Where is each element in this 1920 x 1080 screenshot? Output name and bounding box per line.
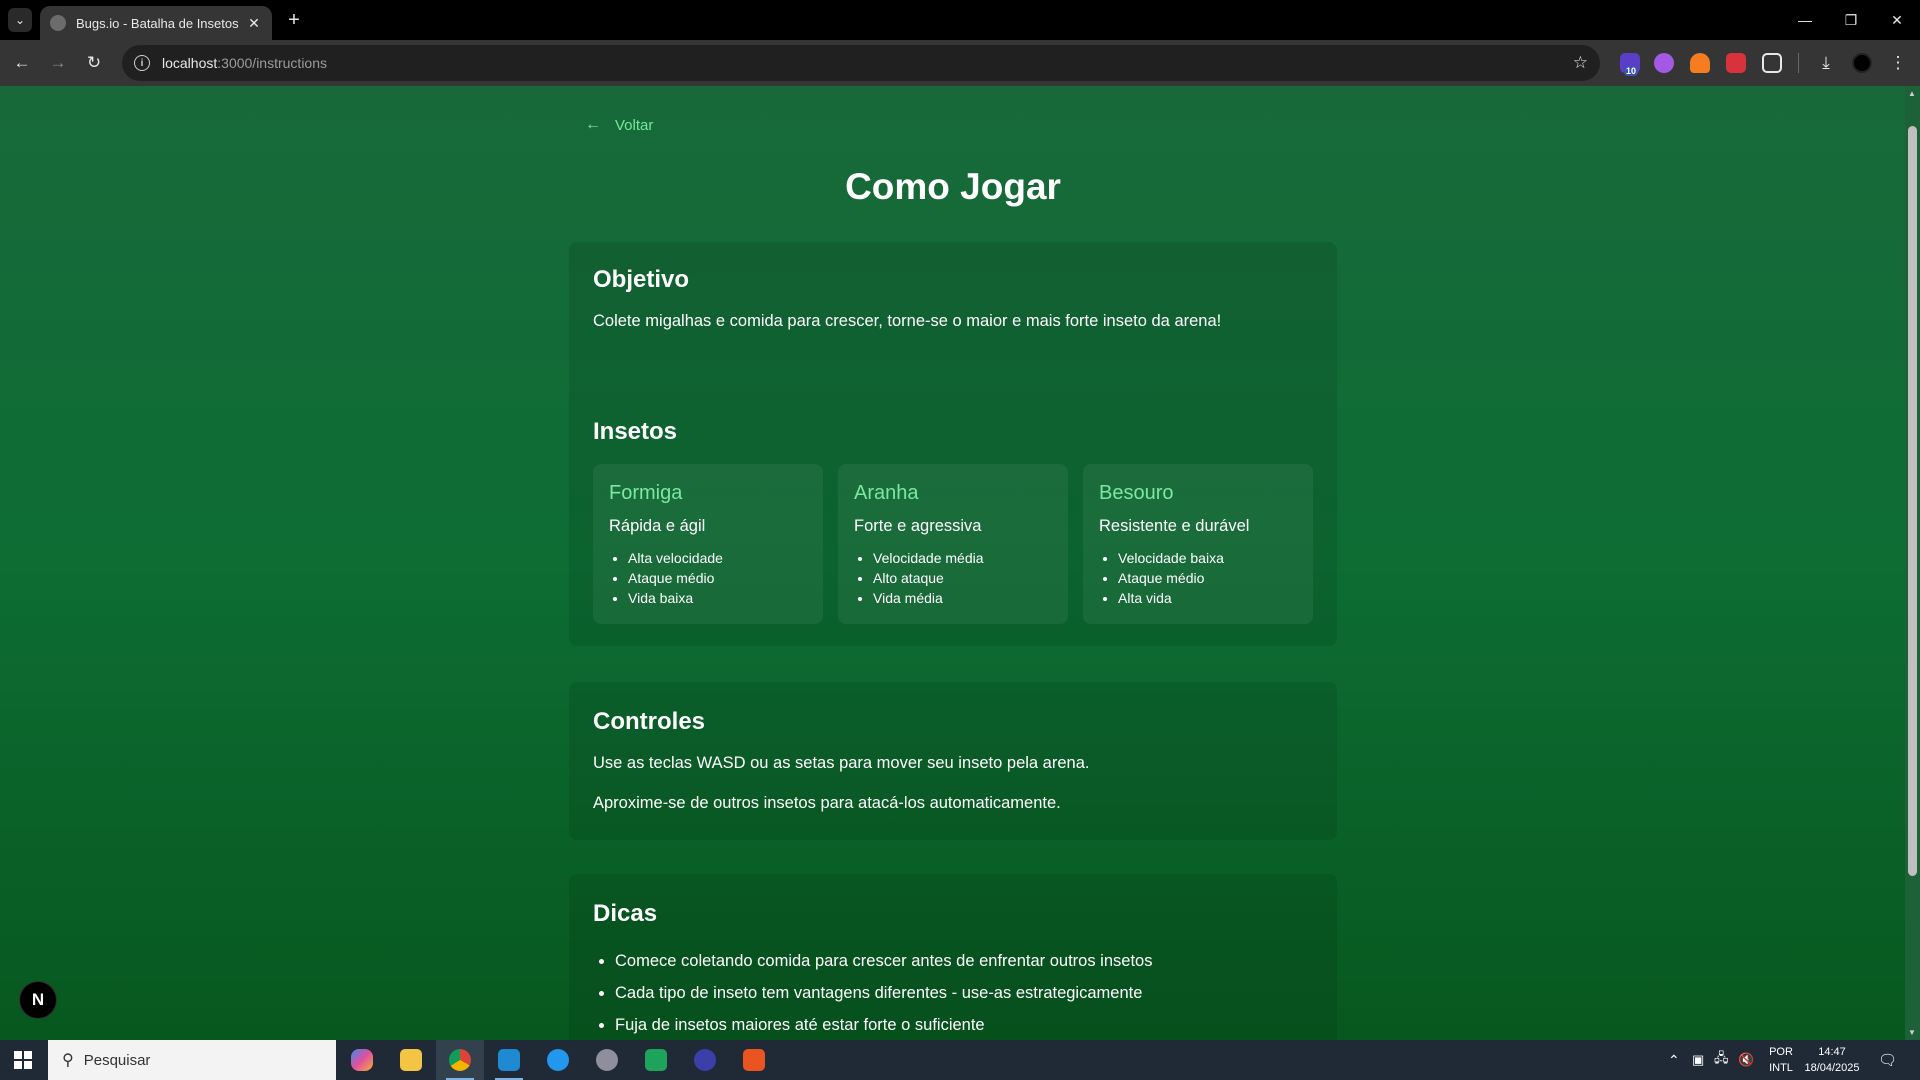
tray-network-icon[interactable]: 🖧	[1714, 1040, 1729, 1080]
tip-item: Fuja de insetos maiores até estar forte …	[615, 1009, 1152, 1040]
insect-trait: Ataque médio	[628, 568, 723, 588]
extension-compass-icon[interactable]	[1654, 53, 1674, 73]
page-scrollbar[interactable]: ▲ ▼	[1905, 86, 1920, 1040]
extensions-puzzle-icon[interactable]	[1762, 53, 1782, 73]
insect-trait: Vida média	[873, 588, 984, 608]
tab-search-button[interactable]: ⌄	[8, 8, 32, 32]
insect-trait: Alta vida	[1118, 588, 1224, 608]
tab-close-icon[interactable]: ✕	[246, 15, 262, 32]
tips-heading: Dicas	[593, 900, 658, 927]
taskbar-eclipse-icon[interactable]	[681, 1040, 729, 1080]
tray-date: 18/04/2025	[1804, 1062, 1860, 1074]
scrollbar-thumb[interactable]	[1908, 126, 1917, 876]
insect-trait: Alto ataque	[873, 568, 984, 588]
taskbar-docker-icon[interactable]	[534, 1040, 582, 1080]
profile-avatar-icon[interactable]	[1852, 53, 1872, 73]
insect-card-besouro: Besouro Resistente e durável Velocidade …	[1083, 464, 1313, 624]
tray-keyboard-layout: INTL	[1769, 1062, 1793, 1074]
insect-traits: Velocidade baixa Ataque médio Alta vida	[1118, 548, 1224, 608]
tray-volume-muted-icon[interactable]: 🔇	[1738, 1040, 1754, 1080]
close-window-button[interactable]: ✕	[1874, 0, 1920, 40]
insect-trait: Alta velocidade	[628, 548, 723, 568]
windows-start-icon[interactable]	[14, 1051, 32, 1069]
taskbar-search-placeholder: Pesquisar	[83, 1051, 151, 1069]
tray-language[interactable]: POR INTL	[1764, 1040, 1798, 1080]
insect-traits: Velocidade média Alto ataque Vida média	[873, 548, 984, 608]
insect-trait: Velocidade média	[873, 548, 984, 568]
url-path: :3000/instructions	[217, 55, 327, 71]
browser-tab-active[interactable]: Bugs.io - Batalha de Insetos ✕	[40, 6, 272, 40]
insects-heading: Insetos	[593, 418, 678, 445]
bookmark-star-icon[interactable]: ☆	[1573, 53, 1588, 73]
insect-name: Aranha	[854, 482, 919, 504]
insect-description: Resistente e durável	[1099, 517, 1250, 535]
controls-heading: Controles	[593, 708, 706, 735]
forward-arrow-icon[interactable]: →	[44, 49, 72, 77]
objective-heading: Objetivo	[593, 266, 690, 293]
objective-insects-card: Objetivo Colete migalhas e comida para c…	[569, 242, 1337, 646]
taskbar-file-explorer-icon[interactable]	[387, 1040, 435, 1080]
insect-description: Rápida e ágil	[609, 517, 706, 535]
notification-center-icon[interactable]: 🗨	[1878, 1040, 1897, 1080]
insect-name: Formiga	[609, 482, 683, 504]
taskbar-mongodb-compass-icon[interactable]	[632, 1040, 680, 1080]
insect-traits: Alta velocidade Ataque médio Vida baixa	[628, 548, 723, 608]
page-title: Como Jogar	[845, 166, 1061, 207]
url-host: localhost	[162, 55, 218, 71]
browser-toolbar: ← → ↻ i localhost:3000/instructions ☆ 10…	[0, 40, 1920, 86]
insect-trait: Ataque médio	[1118, 568, 1224, 588]
tray-time: 14:47	[1818, 1046, 1846, 1058]
arrow-left-icon: ←	[585, 116, 601, 133]
minimize-button[interactable]: —	[1782, 0, 1828, 40]
insect-trait: Vida baixa	[628, 588, 723, 608]
controls-line: Use as teclas WASD ou as setas para move…	[593, 754, 1090, 772]
back-link[interactable]: ← Voltar	[585, 116, 653, 134]
insect-description: Forte e agressiva	[854, 517, 982, 535]
taskbar-ubuntu-icon[interactable]	[730, 1040, 778, 1080]
extension-figure-icon[interactable]	[1690, 53, 1710, 73]
tab-title: Bugs.io - Batalha de Insetos	[76, 15, 239, 31]
insect-name: Besouro	[1099, 482, 1174, 504]
scroll-down-icon[interactable]: ▼	[1907, 1028, 1917, 1037]
menu-kebab-icon[interactable]: ⋮	[1884, 49, 1912, 77]
browser-tab-bar: ⌄ Bugs.io - Batalha de Insetos ✕ + — ❐ ✕	[0, 0, 1920, 40]
tray-language-code: POR	[1769, 1046, 1793, 1058]
new-tab-button[interactable]: +	[282, 8, 306, 32]
address-bar[interactable]: i localhost:3000/instructions ☆	[122, 45, 1600, 81]
restore-button[interactable]: ❐	[1828, 0, 1874, 40]
insect-card-aranha: Aranha Forte e agressiva Velocidade médi…	[838, 464, 1068, 624]
tip-item: Cada tipo de inseto tem vantagens difere…	[615, 977, 1152, 1009]
tray-chevron-up-icon[interactable]: ⌃	[1668, 1040, 1680, 1080]
windows-taskbar: ⚲ Pesquisar ⌃ ▣ 🖧 🔇 POR INTL 14:47 18/04…	[0, 1040, 1920, 1080]
controls-line: Aproxime-se de outros insetos para atacá…	[593, 794, 1061, 812]
taskbar-github-desktop-icon[interactable]	[583, 1040, 631, 1080]
extension-badge: 10	[1624, 66, 1639, 76]
taskbar-search-box[interactable]: ⚲ Pesquisar	[48, 1040, 336, 1080]
tips-list: Comece coletando comida para crescer ant…	[615, 945, 1152, 1040]
tips-card: Dicas Comece coletando comida para cresc…	[569, 874, 1337, 1040]
globe-icon	[50, 15, 66, 31]
extension-gift-icon[interactable]	[1726, 53, 1746, 73]
insect-card-formiga: Formiga Rápida e ágil Alta velocidade At…	[593, 464, 823, 624]
scroll-up-icon[interactable]: ▲	[1907, 89, 1917, 98]
reload-icon[interactable]: ↻	[80, 49, 108, 77]
tip-item: Comece coletando comida para crescer ant…	[615, 945, 1152, 977]
taskbar-chrome-icon[interactable]	[436, 1040, 484, 1080]
taskbar-copilot-icon[interactable]	[338, 1040, 386, 1080]
tray-meet-icon[interactable]: ▣	[1692, 1040, 1704, 1080]
back-arrow-icon[interactable]: ←	[8, 49, 36, 77]
taskbar-vscode-icon[interactable]	[485, 1040, 533, 1080]
objective-text: Colete migalhas e comida para crescer, t…	[593, 312, 1222, 330]
tray-clock[interactable]: 14:47 18/04/2025	[1800, 1040, 1864, 1080]
page-viewport: ← Voltar Como Jogar Objetivo Colete miga…	[0, 86, 1920, 1040]
controls-card: Controles Use as teclas WASD ou as setas…	[569, 682, 1337, 840]
toolbar-divider	[1798, 53, 1799, 73]
nextjs-dev-badge[interactable]: N	[20, 982, 56, 1018]
download-icon[interactable]: ⤓	[1812, 49, 1840, 77]
search-icon: ⚲	[62, 1052, 74, 1069]
insect-trait: Velocidade baixa	[1118, 548, 1224, 568]
back-link-label: Voltar	[615, 116, 654, 134]
site-info-icon[interactable]: i	[134, 55, 150, 71]
